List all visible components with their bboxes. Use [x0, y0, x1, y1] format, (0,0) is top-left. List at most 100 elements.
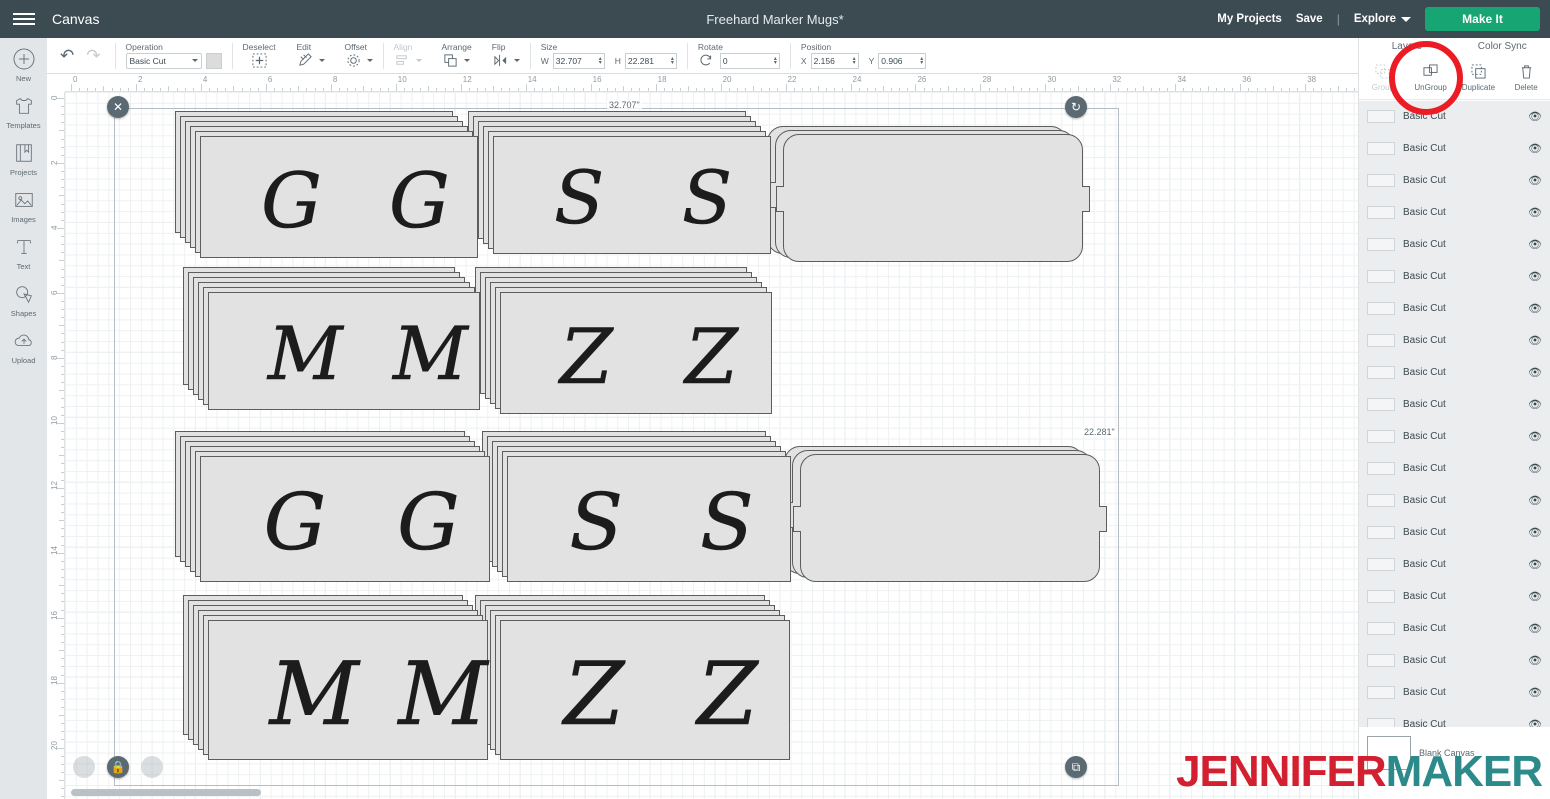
- eye-icon[interactable]: 👁: [1528, 430, 1542, 443]
- layer-row[interactable]: Basic Cut 👁: [1359, 645, 1550, 677]
- sidebar-item-shapes[interactable]: Shapes: [0, 281, 47, 318]
- my-projects-link[interactable]: My Projects: [1217, 13, 1282, 25]
- eye-icon[interactable]: 👁: [1528, 334, 1542, 347]
- rotate-handle-icon[interactable]: ↻: [1065, 96, 1087, 118]
- monogram-letter[interactable]: G: [397, 483, 460, 562]
- resize-handle-icon[interactable]: ⧉: [1065, 756, 1087, 778]
- chevron-down-icon[interactable]: [513, 59, 520, 62]
- delete-button[interactable]: Delete: [1502, 56, 1550, 99]
- eye-icon[interactable]: 👁: [1528, 462, 1542, 475]
- eye-icon[interactable]: 👁: [1528, 494, 1542, 507]
- save-button[interactable]: Save: [1296, 13, 1323, 25]
- layer-row[interactable]: Basic Cut 👁: [1359, 133, 1550, 165]
- height-stepper[interactable]: ▴ ▾: [671, 56, 674, 66]
- monogram-letter[interactable]: S: [569, 483, 623, 562]
- operation-select[interactable]: Basic Cut: [125, 52, 202, 69]
- edit-icon[interactable]: [297, 53, 315, 69]
- operation-color-swatch[interactable]: [205, 52, 222, 69]
- chevron-down-icon[interactable]: [318, 59, 325, 62]
- monogram-letter[interactable]: M: [269, 650, 359, 738]
- width-input[interactable]: 32.707 ▴ ▾: [552, 52, 605, 69]
- sidebar-item-upload[interactable]: Upload: [0, 328, 47, 365]
- layer-row[interactable]: Basic Cut 👁: [1359, 261, 1550, 293]
- monogram-letter[interactable]: S: [700, 483, 754, 562]
- x-input[interactable]: 2.156 ▴ ▾: [810, 52, 859, 69]
- eye-icon[interactable]: 👁: [1528, 302, 1542, 315]
- monogram-letter[interactable]: S: [554, 162, 605, 236]
- eye-icon[interactable]: 👁: [1528, 558, 1542, 571]
- mug-template-shape[interactable]: [783, 134, 1083, 262]
- height-input[interactable]: 22.281 ▴ ▾: [624, 52, 677, 69]
- chevron-down-icon[interactable]: [463, 59, 470, 62]
- monogram-letter[interactable]: G: [389, 162, 450, 239]
- monogram-letter[interactable]: S: [682, 162, 733, 236]
- design-canvas[interactable]: GGSSMMZZGGSSMMZZ 32.707" 22.281" ✕ ↻ ⧉ 🔒…: [47, 74, 1358, 799]
- layer-row[interactable]: Basic Cut 👁: [1359, 325, 1550, 357]
- eye-icon[interactable]: 👁: [1528, 206, 1542, 219]
- layer-row[interactable]: Basic Cut 👁: [1359, 613, 1550, 645]
- rotate-stepper[interactable]: ▴ ▾: [774, 56, 777, 66]
- layer-row[interactable]: Basic Cut 👁: [1359, 101, 1550, 133]
- layer-list[interactable]: Basic Cut 👁 Basic Cut 👁 Basic Cut 👁 Basic Cut 👁…: [1359, 101, 1550, 727]
- ungroup-button[interactable]: UnGroup: [1407, 56, 1455, 99]
- eye-icon[interactable]: 👁: [1528, 142, 1542, 155]
- duplicate-button[interactable]: Duplicate: [1455, 56, 1503, 99]
- lock-handle-icon[interactable]: 🔒: [107, 756, 129, 778]
- layer-row[interactable]: Basic Cut 👁: [1359, 229, 1550, 261]
- layer-row[interactable]: Basic Cut 👁: [1359, 709, 1550, 727]
- monogram-letter[interactable]: M: [268, 318, 343, 392]
- blank-canvas-row[interactable]: Blank Canvas: [1359, 729, 1550, 777]
- tab-color-sync[interactable]: Color Sync: [1455, 38, 1550, 56]
- layer-row[interactable]: Basic Cut 👁: [1359, 581, 1550, 613]
- layer-row[interactable]: Basic Cut 👁: [1359, 517, 1550, 549]
- group-button[interactable]: Group: [1359, 56, 1407, 99]
- eye-icon[interactable]: 👁: [1528, 686, 1542, 699]
- align-icon[interactable]: [394, 53, 412, 69]
- monogram-letter[interactable]: Z: [560, 318, 613, 395]
- eye-icon[interactable]: 👁: [1528, 622, 1542, 635]
- arrange-icon[interactable]: [442, 53, 460, 69]
- layer-row[interactable]: Basic Cut 👁: [1359, 421, 1550, 453]
- sidebar-item-templates[interactable]: Templates: [0, 93, 47, 130]
- redo-icon[interactable]: ↷: [86, 46, 100, 66]
- monogram-letter[interactable]: G: [261, 162, 322, 239]
- close-icon[interactable]: ✕: [107, 96, 129, 118]
- eye-icon[interactable]: 👁: [1528, 174, 1542, 187]
- layer-row[interactable]: Basic Cut 👁: [1359, 357, 1550, 389]
- y-input[interactable]: 0.906 ▴ ▾: [878, 52, 927, 69]
- sidebar-item-images[interactable]: Images: [0, 187, 47, 224]
- eye-icon[interactable]: 👁: [1528, 110, 1542, 123]
- rotate-input[interactable]: 0 ▴ ▾: [719, 52, 780, 69]
- offset-icon[interactable]: [345, 53, 363, 69]
- sidebar-item-new[interactable]: New: [0, 46, 47, 83]
- undo-icon[interactable]: ↶: [60, 46, 74, 66]
- eye-icon[interactable]: 👁: [1528, 270, 1542, 283]
- eye-icon[interactable]: 👁: [1528, 398, 1542, 411]
- horizontal-scrollbar[interactable]: [71, 789, 1351, 796]
- layer-row[interactable]: Basic Cut 👁: [1359, 197, 1550, 229]
- tab-layers[interactable]: Layers: [1359, 38, 1455, 56]
- mug-template-shape[interactable]: [800, 454, 1100, 582]
- layer-row[interactable]: Basic Cut 👁: [1359, 165, 1550, 197]
- layer-row[interactable]: Basic Cut 👁: [1359, 549, 1550, 581]
- eye-icon[interactable]: 👁: [1528, 526, 1542, 539]
- monogram-letter[interactable]: M: [398, 650, 488, 738]
- eye-icon[interactable]: 👁: [1528, 590, 1542, 603]
- y-stepper[interactable]: ▴ ▾: [920, 56, 923, 66]
- eye-icon[interactable]: 👁: [1528, 654, 1542, 667]
- monogram-letter[interactable]: M: [393, 318, 468, 392]
- layer-row[interactable]: Basic Cut 👁: [1359, 293, 1550, 325]
- align-left-handle[interactable]: [73, 756, 95, 778]
- machine-selector[interactable]: Explore: [1354, 13, 1411, 25]
- sidebar-item-text[interactable]: Text: [0, 234, 47, 271]
- x-stepper[interactable]: ▴ ▾: [853, 56, 856, 66]
- eye-icon[interactable]: 👁: [1528, 366, 1542, 379]
- eye-icon[interactable]: 👁: [1528, 718, 1542, 727]
- monogram-letter[interactable]: Z: [697, 650, 758, 738]
- deselect-button[interactable]: [243, 53, 277, 69]
- monogram-letter[interactable]: G: [263, 483, 326, 562]
- layer-row[interactable]: Basic Cut 👁: [1359, 677, 1550, 709]
- hamburger-icon[interactable]: [0, 0, 48, 38]
- layer-row[interactable]: Basic Cut 👁: [1359, 453, 1550, 485]
- flip-icon[interactable]: [492, 53, 510, 69]
